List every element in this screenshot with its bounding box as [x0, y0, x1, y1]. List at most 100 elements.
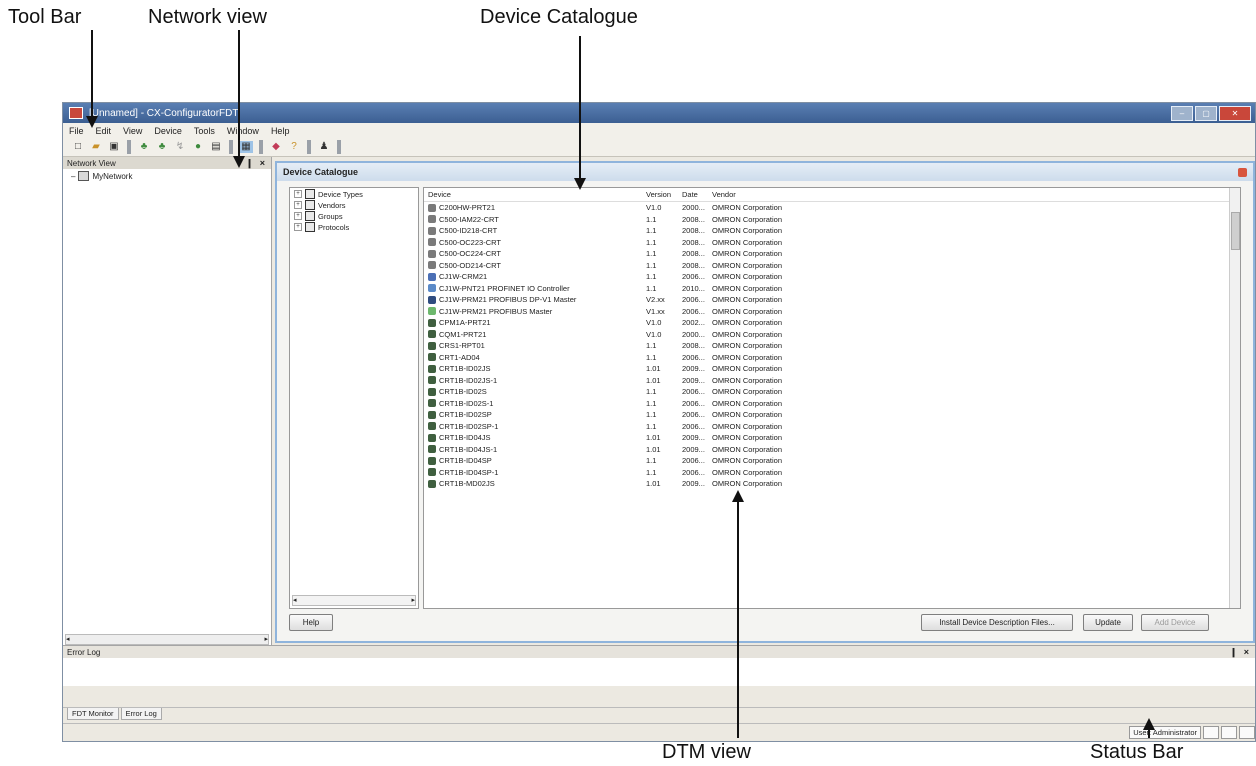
- table-row[interactable]: C500-OD214-CRT 1.1 2008... OMRON Corporatio…: [424, 260, 1240, 272]
- table-row[interactable]: C500-OC224-CRT 1.1 2008... OMRON Corporatio…: [424, 248, 1240, 260]
- table-row[interactable]: CRT1B-ID02SP 1.1 2006... OMRON Corporation: [424, 409, 1240, 421]
- column-vendor[interactable]: Vendor: [712, 190, 832, 199]
- table-row[interactable]: CQM1-PRT21 V1.0 2000... OMRON Corporation: [424, 329, 1240, 341]
- network-tree-item[interactable]: – MyNetwork: [63, 169, 271, 181]
- pane-pin-close-icon[interactable]: ❙ ×: [1230, 647, 1251, 658]
- device-name: CRT1B-ID02S-1: [439, 398, 494, 408]
- table-row[interactable]: CRT1B-ID02JS 1.01 2009... OMRON Corporation: [424, 363, 1240, 375]
- expand-icon[interactable]: +: [294, 190, 302, 198]
- table-row[interactable]: CRT1B-ID02S 1.1 2006... OMRON Corporation: [424, 386, 1240, 398]
- menu-window[interactable]: Window: [227, 126, 259, 136]
- version-cell: V1.0: [646, 203, 662, 213]
- menu-device[interactable]: Device: [154, 126, 182, 136]
- menu-view[interactable]: View: [123, 126, 142, 136]
- table-row[interactable]: CRT1-AD04 1.1 2006... OMRON Corporation: [424, 352, 1240, 364]
- date-cell: 2006...: [682, 387, 705, 397]
- column-version[interactable]: Version: [646, 190, 682, 199]
- device-cell: C200HW-PRT21: [424, 203, 646, 212]
- table-row[interactable]: CJ1W-PNT21 PROFINET IO Controller 1.1 2010…: [424, 283, 1240, 295]
- table-row[interactable]: C200HW-PRT21 V1.0 2000... OMRON Corporation: [424, 202, 1240, 214]
- scrollbar-thumb[interactable]: [1231, 212, 1240, 250]
- column-date[interactable]: Date: [682, 190, 712, 199]
- table-row[interactable]: C500-ID218-CRT 1.1 2008... OMRON Corporatio…: [424, 225, 1240, 237]
- vendor-cell: OMRON Corporation: [712, 341, 783, 351]
- table-row[interactable]: CRT1B-ID02SP-1 1.1 2006... OMRON Corporatio…: [424, 421, 1240, 433]
- update-button[interactable]: Update: [1083, 614, 1133, 631]
- date-cell: 2006...: [682, 467, 705, 477]
- table-row[interactable]: CRT1B-ID04JS-1 1.01 2009... OMRON Corporati…: [424, 444, 1240, 456]
- close-button[interactable]: ✕: [1219, 106, 1251, 121]
- tree-node[interactable]: + Device Types: [290, 188, 418, 199]
- tree-node[interactable]: + Protocols: [290, 221, 418, 232]
- expand-icon[interactable]: +: [294, 212, 302, 220]
- install-device-description-files-button[interactable]: Install Device Description Files...: [921, 614, 1073, 631]
- minimize-button[interactable]: –: [1171, 106, 1193, 121]
- tree-node[interactable]: + Vendors: [290, 199, 418, 210]
- table-row[interactable]: CRT1B-ID04JS 1.01 2009... OMRON Corporation: [424, 432, 1240, 444]
- tree-node[interactable]: + Groups: [290, 210, 418, 221]
- open-icon[interactable]: ▰: [89, 141, 103, 153]
- table-row[interactable]: CJ1W-CRM21 1.1 2006... OMRON Corporation: [424, 271, 1240, 283]
- tab-fdt-monitor[interactable]: FDT Monitor: [67, 708, 119, 720]
- help-button[interactable]: Help: [289, 614, 333, 631]
- device-icon: [428, 226, 436, 235]
- new-icon[interactable]: □: [71, 141, 85, 153]
- device-cell: CRT1B-ID02SP-1: [424, 422, 646, 431]
- table-row[interactable]: CRT1B-ID04SP-1 1.1 2006... OMRON Corporatio…: [424, 467, 1240, 479]
- version-cell: 1.1: [646, 237, 657, 247]
- table-row[interactable]: CJ1W-PRM21 PROFIBUS Master V1.xx 2006... OM…: [424, 306, 1240, 318]
- menu-help[interactable]: Help: [271, 126, 290, 136]
- connect-icon[interactable]: ↯: [173, 141, 187, 153]
- app-window: [Unnamed] - CX-ConfiguratorFDT – ▢ ✕ Fil…: [62, 102, 1256, 742]
- network-view-leader-line: [238, 30, 240, 156]
- add-device-button[interactable]: Add Device: [1141, 614, 1209, 631]
- version-cell: 1.01: [646, 444, 661, 454]
- network-offline-icon[interactable]: ♣: [155, 141, 169, 153]
- date-cell: 2006...: [682, 456, 705, 466]
- list-scrollbar[interactable]: [1229, 188, 1240, 608]
- table-row[interactable]: CRS1-RPT01 1.1 2008... OMRON Corporation: [424, 340, 1240, 352]
- catalogue-close-icon[interactable]: [1238, 167, 1247, 177]
- save-icon[interactable]: ▣: [107, 141, 121, 153]
- menu-file[interactable]: File: [69, 126, 84, 136]
- date-cell: 2008...: [682, 214, 705, 224]
- device-icon: [428, 422, 436, 431]
- pane-pin-close-icon[interactable]: ❙ ×: [246, 158, 267, 169]
- erase-icon[interactable]: ◆: [269, 141, 283, 153]
- disconnect-icon[interactable]: ●: [191, 141, 205, 153]
- table-row[interactable]: CPM1A-PRT21 V1.0 2002... OMRON Corporation: [424, 317, 1240, 329]
- table-row[interactable]: C500-IAM22-CRT 1.1 2008... OMRON Corporatio…: [424, 214, 1240, 226]
- catalogue-icon[interactable]: ▦: [239, 141, 253, 153]
- expand-icon[interactable]: +: [294, 223, 302, 231]
- table-row[interactable]: CRT1B-MD02JS 1.01 2009... OMRON Corporation: [424, 478, 1240, 490]
- table-row[interactable]: CRT1B-ID04SP 1.1 2006... OMRON Corporation: [424, 455, 1240, 467]
- device-cell: C500-OD214-CRT: [424, 261, 646, 270]
- version-cell: V1.xx: [646, 306, 665, 316]
- table-row[interactable]: C500-OC223-CRT 1.1 2008... OMRON Corporatio…: [424, 237, 1240, 249]
- maximize-button[interactable]: ▢: [1195, 106, 1217, 121]
- table-row[interactable]: CRT1B-ID02S-1 1.1 2006... OMRON Corporation: [424, 398, 1240, 410]
- column-device[interactable]: Device: [424, 190, 646, 199]
- device-icon: [428, 433, 436, 442]
- device-icon: [428, 456, 436, 465]
- catalogue-tree: + Device Types + Vendors + Groups + Protocol…: [289, 187, 419, 609]
- help-icon[interactable]: ?: [287, 141, 301, 153]
- date-cell: 2006...: [682, 410, 705, 420]
- network-online-icon[interactable]: ♣: [137, 141, 151, 153]
- expand-icon[interactable]: +: [294, 201, 302, 209]
- device-icon: [428, 272, 436, 281]
- tree-expand-icon[interactable]: –: [71, 172, 75, 181]
- user-icon[interactable]: ♟: [317, 141, 331, 153]
- device-name: CJ1W-PRM21 PROFIBUS DP-V1 Master: [439, 295, 577, 305]
- table-row[interactable]: CRT1B-ID02JS-1 1.01 2009... OMRON Corporati…: [424, 375, 1240, 387]
- vendor-cell: OMRON Corporation: [712, 329, 783, 339]
- tab-error-log[interactable]: Error Log: [120, 708, 162, 720]
- menu-tools[interactable]: Tools: [194, 126, 215, 136]
- vendor-cell: OMRON Corporation: [712, 444, 783, 454]
- device-icon: [428, 238, 436, 247]
- version-cell: 1.1: [646, 410, 657, 420]
- table-row[interactable]: CJ1W-PRM21 PROFIBUS DP-V1 Master V2.xx 200…: [424, 294, 1240, 306]
- network-view-scrollbar[interactable]: ◂ ▸: [65, 634, 269, 645]
- tree-scrollbar[interactable]: ◂ ▸: [292, 595, 416, 606]
- monitor-icon[interactable]: ▤: [209, 141, 223, 153]
